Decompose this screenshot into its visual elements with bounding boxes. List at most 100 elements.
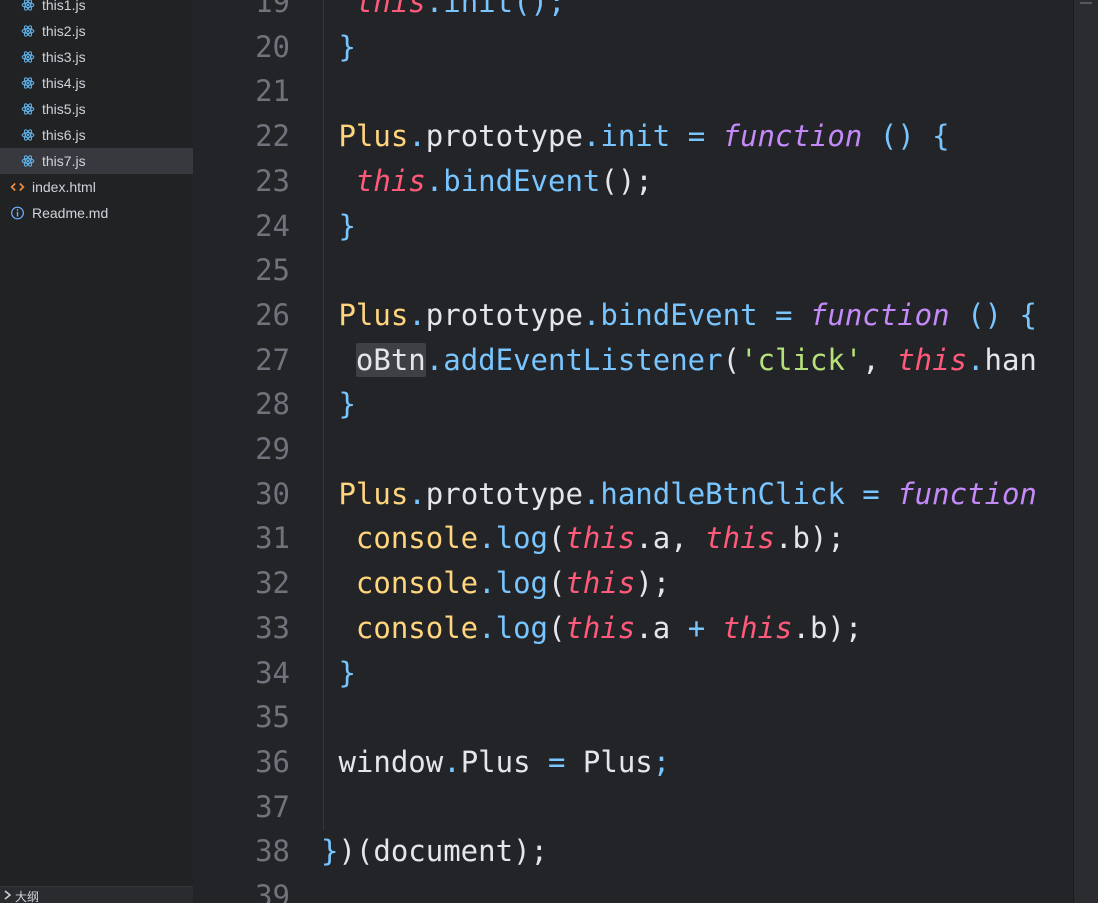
code-line[interactable]: 23 this.bindEvent(); (193, 159, 1073, 203)
code-token: log (495, 521, 548, 556)
line-number: 39 (255, 879, 290, 903)
code-token: . (478, 566, 496, 601)
code-token: . (478, 610, 496, 645)
scroll-position-marker (1080, 2, 1092, 4)
code-token: .a (635, 610, 688, 645)
code-line[interactable]: 33 console.log(this.a + this.b); (193, 606, 1073, 650)
code-token: = (530, 744, 583, 779)
line-number: 34 (255, 655, 290, 690)
code-text: } (321, 204, 356, 248)
line-number: 20 (255, 29, 290, 64)
code-line[interactable]: 34 } (193, 651, 1073, 695)
code-text: oBtn.addEventListener('click', this.han (321, 338, 1037, 382)
code-token: . (582, 119, 601, 154)
file-name: this4.js (42, 75, 86, 91)
code-line[interactable]: 36 window.Plus = Plus; (193, 740, 1073, 784)
code-line[interactable]: 35 (193, 695, 1073, 739)
code-line[interactable]: 29 (193, 427, 1073, 471)
code-text: Plus.prototype.init = function () { (321, 114, 950, 158)
file-item[interactable]: this5.js (0, 96, 193, 122)
code-token: () { (862, 119, 950, 154)
file-name: index.html (32, 179, 96, 195)
code-token: ); (635, 566, 671, 601)
chevron-right-icon (4, 890, 12, 900)
file-item[interactable]: this7.js (0, 148, 193, 174)
code-token: handleBtnClick (600, 476, 845, 511)
code-text: console.log(this.a, this.b); (321, 516, 845, 560)
line-number: 33 (255, 610, 290, 645)
code-line[interactable]: 32 console.log(this); (193, 561, 1073, 605)
code-line[interactable]: 27 oBtn.addEventListener('click', this.h… (193, 338, 1073, 382)
highlighted-identifier: oBtn (355, 342, 426, 377)
file-name: this5.js (42, 101, 86, 117)
file-name: this7.js (42, 153, 86, 169)
line-number: 23 (255, 163, 290, 198)
code-line[interactable]: 21 (193, 69, 1073, 113)
line-number: 24 (255, 208, 290, 243)
react-file-icon (21, 25, 35, 37)
code-token: ; (652, 744, 671, 779)
code-text: })(document); (321, 829, 548, 873)
code-text: Plus.prototype.bindEvent = function () { (321, 293, 1036, 337)
code-line[interactable]: 28 } (193, 382, 1073, 426)
code-line[interactable]: 31 console.log(this.a, this.b); (193, 516, 1073, 560)
file-name: Readme.md (32, 205, 109, 221)
code-token: this (565, 566, 636, 601)
code-token: . (408, 476, 426, 511)
file-item[interactable]: Readme.md (0, 200, 193, 226)
code-token: = (670, 119, 723, 154)
file-item[interactable]: this2.js (0, 18, 193, 44)
file-explorer: this1.js this2.js this3.js this4.js this5.js… (0, 0, 193, 903)
file-item[interactable]: this4.js (0, 70, 193, 96)
code-text: this.init(); (321, 0, 566, 24)
code-line[interactable]: 20 } (193, 25, 1073, 69)
code-token: this (565, 521, 636, 556)
code-token: )(document); (338, 834, 548, 869)
code-text: console.log(this.a + this.b); (321, 606, 862, 650)
code-token: addEventListener (443, 342, 723, 377)
file-item[interactable]: index.html (0, 174, 193, 200)
code-text: } (321, 651, 355, 695)
code-line[interactable]: 24 } (193, 204, 1073, 248)
code-token: ( (548, 521, 566, 556)
code-token: prototype (425, 476, 583, 511)
code-token: prototype (425, 297, 583, 332)
code-editor[interactable]: 19 this.init(); 20 } 21 22 Plus.prototype.i… (193, 0, 1073, 903)
code-line[interactable]: 22 Plus.prototype.init = function () { (193, 114, 1073, 158)
code-token: Plus (460, 744, 531, 779)
code-line[interactable]: 25 (193, 248, 1073, 292)
file-name: this6.js (42, 127, 86, 143)
line-number: 19 (255, 0, 290, 19)
code-line[interactable]: 37 (193, 785, 1073, 829)
code-text: Plus.prototype.handleBtnClick = function (321, 472, 1036, 516)
code-line[interactable]: 26 Plus.prototype.bindEvent = function (… (193, 293, 1073, 337)
code-token: console (355, 566, 479, 601)
code-line[interactable]: 19 this.init(); (193, 0, 1073, 24)
code-line[interactable]: 30 Plus.prototype.handleBtnClick = funct… (193, 472, 1073, 516)
code-line[interactable]: 38})(document); (193, 829, 1073, 873)
react-file-icon (21, 77, 35, 89)
minimap-scrollbar[interactable] (1073, 0, 1098, 903)
react-file-icon (21, 103, 35, 115)
code-token: } (321, 208, 356, 243)
code-token: 'click' (740, 342, 863, 377)
file-item[interactable]: this3.js (0, 44, 193, 70)
code-token: ( (722, 342, 741, 377)
code-token: . (443, 744, 461, 779)
code-token: window (321, 744, 444, 779)
code-text: this.bindEvent(); (321, 159, 653, 203)
code-line[interactable]: 39 (193, 874, 1073, 903)
file-item[interactable]: this6.js (0, 122, 193, 148)
code-token: . (425, 163, 444, 198)
file-name: this1.js (42, 0, 86, 13)
file-item[interactable]: this1.js (0, 0, 193, 18)
outline-section-header[interactable]: 大纲 (0, 886, 193, 903)
file-name: this3.js (42, 49, 86, 65)
code-token: log (495, 566, 548, 601)
